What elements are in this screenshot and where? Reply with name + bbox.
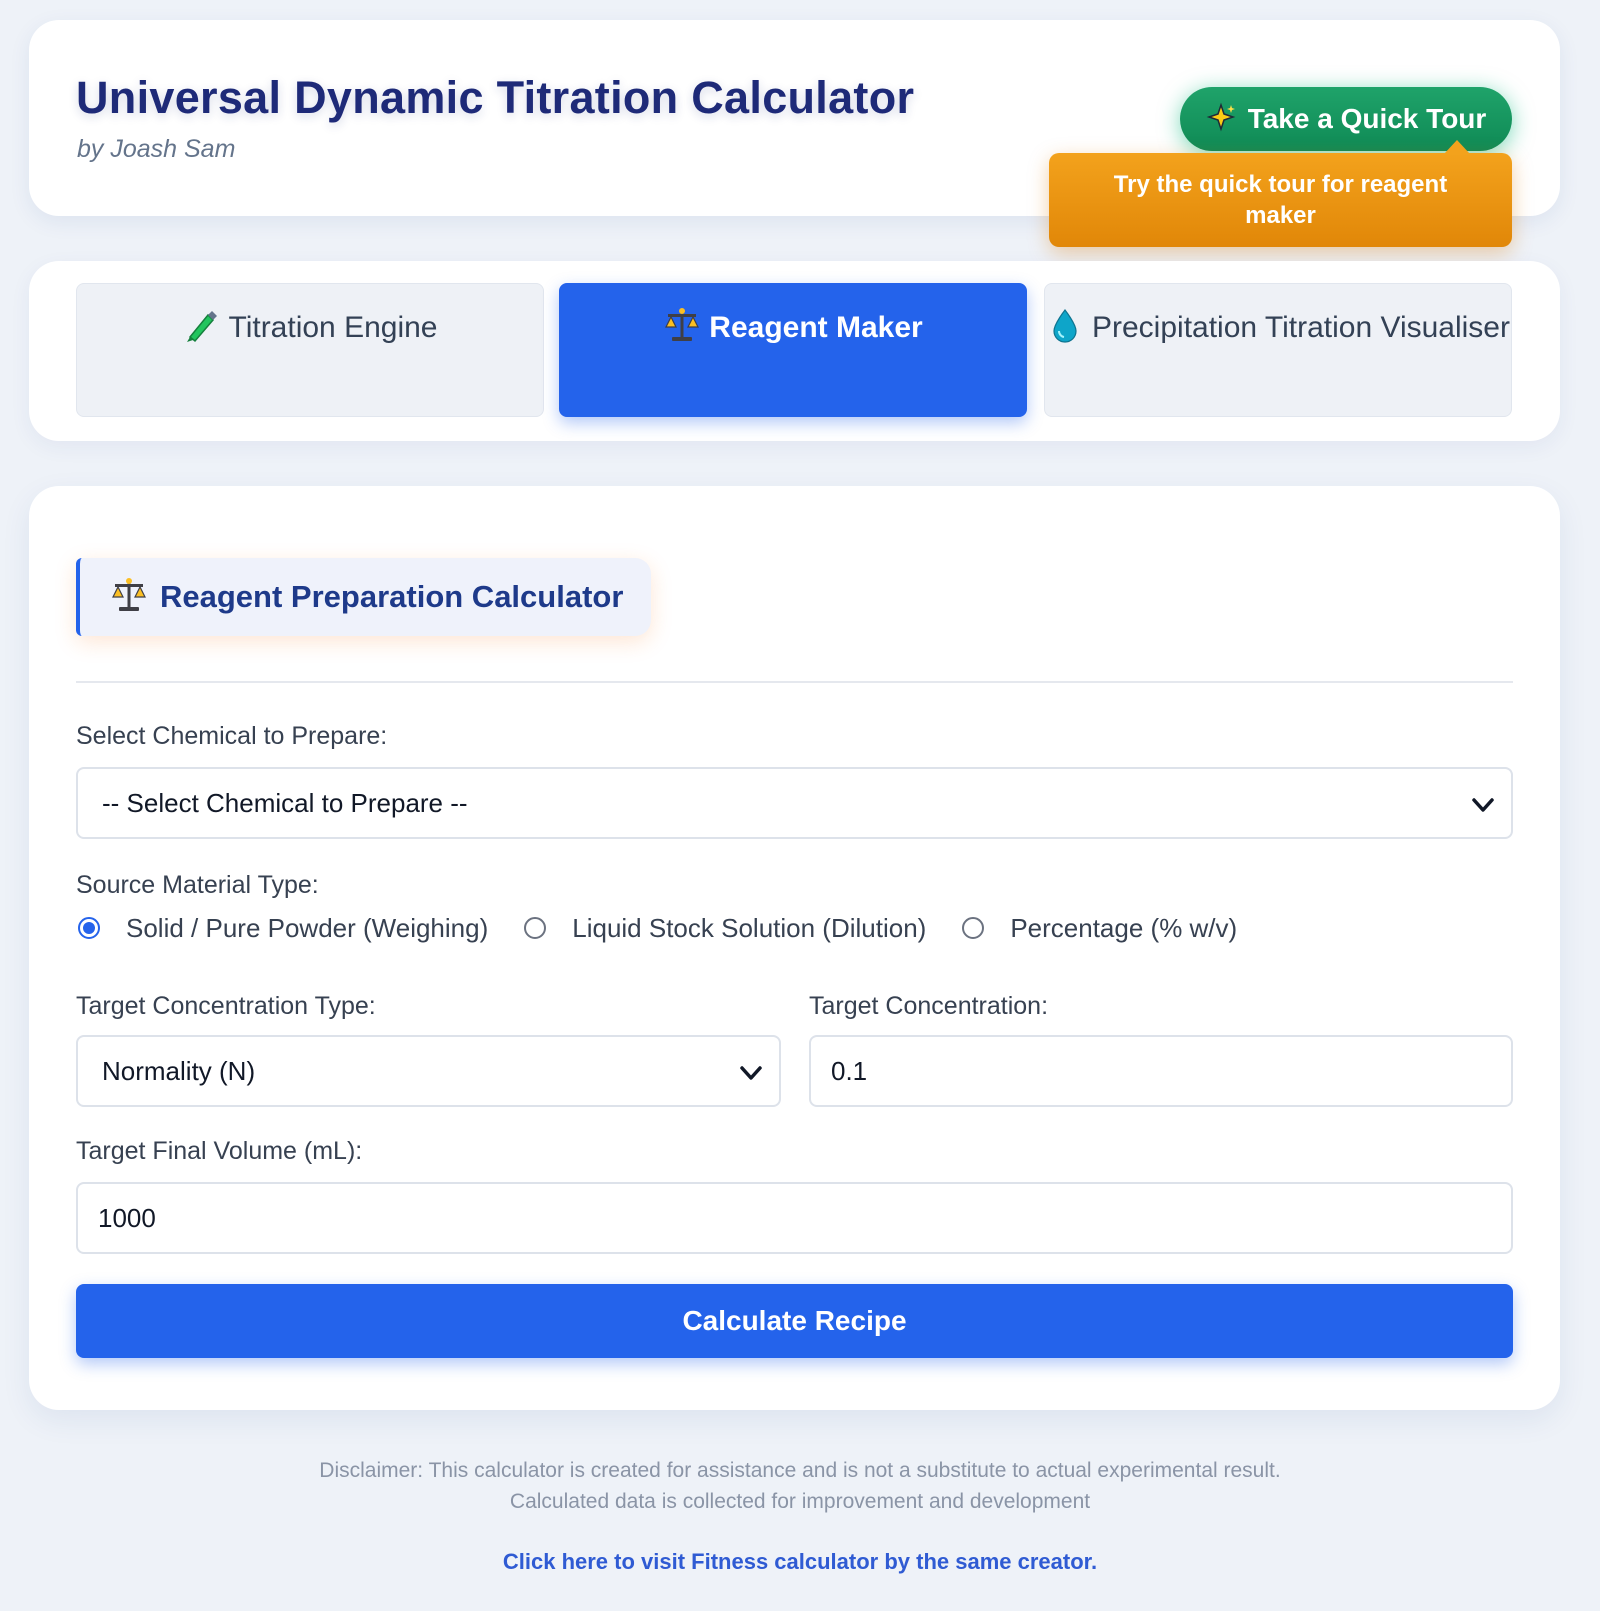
- radio-solid-powder[interactable]: Solid / Pure Powder (Weighing): [78, 913, 488, 944]
- conc-type-select[interactable]: Normality (N): [76, 1035, 781, 1107]
- radio-label: Percentage (% w/v): [1010, 912, 1238, 943]
- tour-tooltip-text: Try the quick tour for reagent maker: [1113, 171, 1448, 229]
- chemical-label: Select Chemical to Prepare:: [76, 722, 388, 750]
- conc-label: Target Concentration:: [809, 992, 1049, 1020]
- tab-reagent-maker[interactable]: Reagent Maker: [559, 283, 1027, 417]
- radio-button[interactable]: [962, 917, 985, 939]
- radio-liquid-stock[interactable]: Liquid Stock Solution (Dilution): [524, 913, 926, 944]
- tab-titration-engine[interactable]: Titration Engine: [76, 283, 544, 417]
- chevron-down-icon: [1472, 798, 1494, 812]
- radio-label: Liquid Stock Solution (Dilution): [572, 912, 927, 943]
- volume-label: Target Final Volume (mL):: [76, 1137, 363, 1165]
- radio-percentage[interactable]: Percentage (% w/v): [962, 913, 1237, 944]
- droplet-icon: [1046, 307, 1084, 343]
- quick-tour-label: Take a Quick Tour: [1247, 103, 1487, 134]
- tab-label: Reagent Maker: [709, 311, 923, 344]
- balance-scale-icon: [663, 307, 701, 343]
- section-divider: [76, 681, 1513, 683]
- calculate-recipe-label: Calculate Recipe: [682, 1305, 907, 1336]
- tour-tooltip: Try the quick tour for reagent maker: [1049, 140, 1512, 247]
- section-title: Reagent Preparation Calculator: [160, 579, 624, 614]
- pipette-icon: [182, 307, 220, 343]
- radio-label: Solid / Pure Powder (Weighing): [126, 912, 489, 943]
- source-label: Source Material Type:: [76, 871, 319, 899]
- calculate-recipe-button[interactable]: Calculate Recipe: [76, 1284, 1513, 1358]
- section-header: Reagent Preparation Calculator: [76, 558, 651, 636]
- chemical-select[interactable]: -- Select Chemical to Prepare --: [76, 767, 1513, 839]
- disclaimer-line-2: Calculated data is collected for improve…: [509, 1490, 1091, 1513]
- chemical-select-value: -- Select Chemical to Prepare --: [102, 787, 468, 818]
- radio-button[interactable]: [78, 917, 100, 939]
- target-concentration-input[interactable]: 0.1: [809, 1035, 1513, 1107]
- conc-type-label: Target Concentration Type:: [76, 992, 376, 1020]
- disclaimer: Disclaimer: This calculator is created f…: [0, 1455, 1600, 1517]
- tab-label: Titration Engine: [228, 311, 438, 344]
- balance-scale-icon: [110, 577, 148, 618]
- target-concentration-value: 0.1: [831, 1055, 868, 1086]
- fitness-calculator-link[interactable]: Click here to visit Fitness calculator b…: [0, 1549, 1600, 1575]
- tab-label: Precipitation Titration Visualiser: [1092, 311, 1510, 344]
- tabs-card: Titration Engine Reagent Maker Precipita…: [29, 261, 1560, 441]
- tab-precipitation-visualiser[interactable]: Precipitation Titration Visualiser: [1044, 283, 1512, 417]
- disclaimer-line-1: Disclaimer: This calculator is created f…: [319, 1459, 1281, 1482]
- app-title: Universal Dynamic Titration Calculator: [76, 72, 915, 123]
- conc-type-value: Normality (N): [102, 1055, 256, 1086]
- reagent-maker-panel: Reagent Preparation Calculator Select Ch…: [29, 486, 1560, 1410]
- radio-button[interactable]: [524, 917, 547, 939]
- target-volume-input[interactable]: 1000: [76, 1182, 1513, 1254]
- target-volume-value: 1000: [98, 1202, 156, 1233]
- chevron-down-icon: [740, 1066, 762, 1080]
- sparkles-icon: [1206, 102, 1236, 137]
- tooltip-arrow: [1444, 140, 1470, 154]
- source-radio-group: Solid / Pure Powder (Weighing) Liquid St…: [78, 910, 1273, 946]
- app-byline: by Joash Sam: [77, 135, 236, 163]
